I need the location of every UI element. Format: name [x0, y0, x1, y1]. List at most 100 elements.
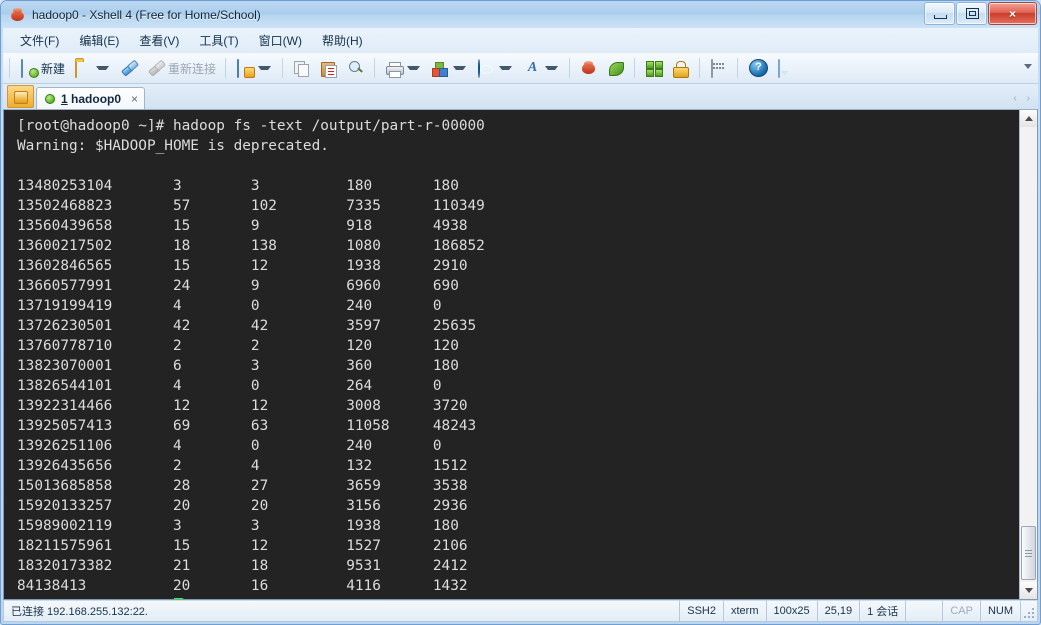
- terminal-data-row: 13726230501 42 42 3597 25635: [17, 318, 477, 334]
- terminal-scrollbar[interactable]: [1019, 110, 1037, 599]
- session-manager-button[interactable]: [7, 85, 34, 108]
- xftp-button[interactable]: [604, 55, 629, 81]
- file-transfer-button[interactable]: [428, 55, 472, 81]
- print-button[interactable]: [382, 55, 426, 81]
- resize-grip-icon[interactable]: [1021, 600, 1038, 622]
- arrange-windows-button[interactable]: [642, 55, 667, 81]
- chat-button[interactable]: [774, 55, 799, 81]
- menu-file[interactable]: 文件(F): [11, 29, 68, 52]
- session-log-icon: [237, 58, 254, 78]
- scroll-down-button[interactable]: [1020, 582, 1037, 599]
- menu-window[interactable]: 窗口(W): [250, 29, 311, 52]
- terminal-data-row: 18320173382 21 18 9531 2412: [17, 558, 468, 574]
- toolbar-overflow-icon[interactable]: [1024, 64, 1032, 69]
- tab-nav-prev-icon[interactable]: ‹: [1013, 94, 1016, 104]
- toolbar-divider: [737, 58, 739, 78]
- help-button[interactable]: ?: [745, 55, 772, 81]
- terminal-data-row: 13502468823 57 102 7335 110349: [17, 198, 485, 214]
- scroll-up-button[interactable]: [1020, 110, 1037, 127]
- keyboard-button[interactable]: [707, 55, 732, 81]
- reconnect-label: 重新连接: [168, 61, 217, 76]
- window-title: hadoop0 - Xshell 4 (Free for Home/School…: [32, 7, 261, 22]
- chevron-down-icon[interactable]: [96, 66, 110, 70]
- scrollbar-thumb[interactable]: [1021, 526, 1036, 580]
- status-badge: [45, 94, 55, 104]
- terminal-data-row: 13480253104 3 3 180 180: [17, 178, 459, 194]
- close-icon: ×: [1008, 6, 1017, 21]
- status-emulation: xterm: [724, 600, 767, 622]
- status-connection: 已连接 192.168.255.132:22.: [3, 600, 681, 622]
- terminal-data-row: 15989002119 3 3 1938 180: [17, 518, 459, 534]
- status-sessions: 1 会话: [860, 600, 907, 622]
- menu-help[interactable]: 帮助(H): [313, 29, 372, 52]
- scrollbar-track[interactable]: [1020, 127, 1037, 582]
- help-icon: ?: [749, 59, 769, 77]
- terminal-output[interactable]: [root@hadoop0 ~]# hadoop fs -text /outpu…: [4, 110, 1019, 599]
- xshell-icon: [10, 7, 26, 23]
- find-button[interactable]: [344, 55, 369, 81]
- paste-button[interactable]: [317, 55, 342, 81]
- terminal-data-row: 13823070001 6 3 360 180: [17, 358, 459, 374]
- open-folder-icon: [75, 58, 92, 78]
- font-button[interactable]: A: [520, 55, 564, 81]
- terminal-data-row: 15920133257 20 20 3156 2936: [17, 498, 468, 514]
- chevron-down-icon[interactable]: [258, 66, 272, 70]
- terminal-data-row: 13926435656 2 4 132 1512: [17, 458, 468, 474]
- terminal-area: [root@hadoop0 ~]# hadoop fs -text /outpu…: [3, 109, 1038, 600]
- tab-bar: 1 hadoop0 × ‹ ›: [3, 84, 1038, 110]
- lock-icon: [673, 60, 690, 78]
- chevron-down-icon[interactable]: [407, 66, 421, 70]
- session-log-button[interactable]: [233, 55, 277, 81]
- new-session-button[interactable]: 新建: [17, 55, 69, 81]
- menu-bar: 文件(F) 编辑(E) 查看(V) 工具(T) 窗口(W) 帮助(H): [3, 28, 1038, 53]
- tab-title: hadoop0: [71, 92, 122, 106]
- window-controls: ×: [923, 2, 1037, 25]
- minimize-button[interactable]: [924, 2, 955, 25]
- terminal-data-row: 13719199419 4 0 240 0: [17, 298, 442, 314]
- open-session-button[interactable]: [71, 55, 115, 81]
- close-button[interactable]: ×: [988, 2, 1037, 25]
- toolbar-divider: [282, 58, 284, 78]
- find-icon: [348, 60, 365, 76]
- status-spacer: [906, 600, 944, 622]
- copy-icon: [294, 60, 311, 77]
- chevron-down-icon[interactable]: [453, 66, 467, 70]
- connect-button[interactable]: [117, 55, 142, 81]
- chevron-up-icon: [1024, 116, 1033, 121]
- keyboard-icon: [711, 58, 728, 78]
- chevron-down-icon[interactable]: [545, 66, 559, 70]
- tab-nav-next-icon[interactable]: ›: [1027, 94, 1030, 104]
- terminal-warning-line: Warning: $HADOOP_HOME is deprecated.: [17, 138, 329, 154]
- menu-view[interactable]: 查看(V): [130, 29, 188, 52]
- terminal-data-row: 13922314466 12 12 3008 3720: [17, 398, 468, 414]
- chevron-down-icon[interactable]: [499, 66, 513, 70]
- chevron-down-icon: [1024, 588, 1033, 593]
- tab-label: 1 hadoop0: [61, 92, 121, 106]
- font-icon: A: [527, 60, 538, 75]
- lock-button[interactable]: [669, 55, 694, 81]
- close-icon[interactable]: ×: [131, 93, 138, 105]
- menu-tools[interactable]: 工具(T): [190, 29, 247, 52]
- xftp-icon: [608, 60, 625, 76]
- toolbar-divider: [569, 58, 571, 78]
- terminal-data-row: 13602846565 15 12 1938 2910: [17, 258, 468, 274]
- tab-hadoop0[interactable]: 1 hadoop0 ×: [36, 87, 146, 110]
- menu-edit[interactable]: 编辑(E): [70, 29, 128, 52]
- globe-icon: [478, 58, 495, 78]
- grip-icon: [1025, 549, 1032, 557]
- web-button[interactable]: [474, 55, 518, 81]
- terminal-data-row: 13826544101 4 0 264 0: [17, 378, 442, 394]
- new-session-icon: [21, 58, 38, 78]
- xshell-button[interactable]: [577, 55, 602, 81]
- toolbar-divider: [634, 58, 636, 78]
- status-cursor-position: 25,19: [817, 600, 861, 622]
- terminal-prompt-line: [root@hadoop0 ~]#: [17, 596, 1019, 599]
- status-bar: 已连接 192.168.255.132:22. SSH2 xterm 100x2…: [3, 600, 1038, 622]
- arrange-icon: [646, 60, 664, 77]
- xshell-window: hadoop0 - Xshell 4 (Free for Home/School…: [0, 0, 1041, 625]
- toolbar-divider: [9, 58, 10, 78]
- maximize-button[interactable]: [956, 2, 987, 25]
- chat-icon: [778, 58, 795, 78]
- print-icon: [386, 62, 405, 78]
